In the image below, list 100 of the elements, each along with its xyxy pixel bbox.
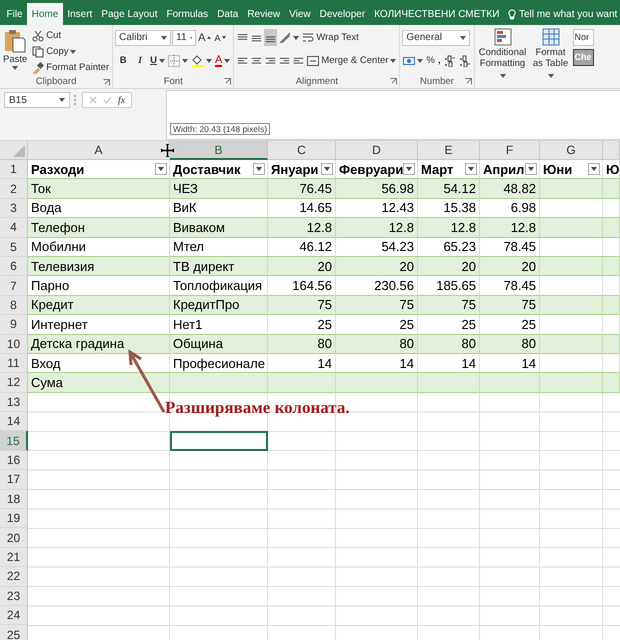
column-header[interactable]: D — [336, 141, 418, 160]
format-painter-button[interactable]: Format Painter — [31, 60, 110, 75]
row-header[interactable]: 21 — [0, 548, 28, 568]
row-header[interactable]: 12 — [0, 373, 28, 393]
format-as-table-button[interactable]: Format as Table — [530, 27, 572, 88]
column-header[interactable]: G — [540, 141, 603, 160]
number-format-field[interactable]: General — [402, 30, 470, 46]
filter-button[interactable] — [465, 163, 477, 176]
ribbon-tab[interactable]: Page Layout — [96, 4, 162, 25]
cancel-icon — [89, 96, 97, 104]
merge-center-button[interactable]: Merge & Center — [306, 52, 398, 69]
row-header[interactable]: 13 — [0, 392, 28, 412]
row-header[interactable]: 18 — [0, 490, 28, 510]
row-header[interactable]: 5 — [0, 238, 28, 257]
table-cell: ТВ директ — [170, 256, 268, 276]
table-cell: Детска градина — [28, 334, 170, 354]
row-header[interactable]: 10 — [0, 334, 28, 354]
ribbon-tab[interactable]: Formulas — [162, 4, 213, 25]
name-box[interactable]: B15 — [4, 92, 70, 108]
row-header[interactable]: 3 — [0, 198, 28, 218]
table-cell — [480, 373, 540, 393]
formula-input[interactable] — [166, 90, 620, 140]
filter-button[interactable] — [588, 163, 600, 176]
shrink-font-button[interactable]: A — [213, 29, 228, 46]
row-header[interactable]: 8 — [0, 296, 28, 316]
ribbon-tab[interactable]: Review — [242, 4, 285, 25]
table-cell — [540, 198, 603, 218]
cut-button[interactable]: Cut — [31, 28, 110, 43]
table-cell — [603, 334, 620, 354]
filter-button[interactable] — [253, 163, 265, 176]
font-name-field[interactable]: Calibri — [115, 30, 172, 46]
row-header[interactable]: 9 — [0, 315, 28, 335]
table-cell: ВиК — [170, 198, 268, 218]
clipboard-icon — [4, 29, 26, 53]
row-header[interactable]: 23 — [0, 586, 28, 606]
filter-button[interactable] — [155, 163, 167, 176]
comma-button[interactable]: , — [436, 52, 442, 69]
table-cell: Вход — [28, 354, 170, 374]
row-header[interactable]: 7 — [0, 276, 28, 296]
row-header[interactable]: 6 — [0, 256, 28, 276]
insert-function-button[interactable]: fx — [118, 94, 126, 106]
table-cell — [268, 373, 336, 393]
column-header[interactable]: B — [170, 141, 268, 160]
column-header[interactable]: F — [480, 141, 540, 160]
row-header[interactable]: 15 — [0, 431, 28, 451]
row-header[interactable]: 24 — [0, 606, 28, 626]
align-bottom-button[interactable] — [264, 29, 278, 46]
font-size-field[interactable]: 11 — [172, 30, 196, 46]
filter-button[interactable] — [525, 163, 537, 176]
percent-button[interactable]: % — [425, 52, 436, 69]
column-header[interactable]: E — [418, 141, 480, 160]
row-header[interactable]: 2 — [0, 179, 28, 199]
header-label: Юни — [543, 162, 572, 177]
column-header[interactable]: C — [268, 141, 336, 160]
bold-button[interactable]: B — [115, 52, 132, 69]
row-header[interactable]: 25 — [0, 625, 28, 640]
row-header[interactable]: 16 — [0, 450, 28, 470]
table-cell: 12.8 — [336, 218, 418, 238]
tell-me-field[interactable]: Tell me what you want — [508, 4, 618, 25]
ribbon-tab[interactable]: Developer — [315, 4, 370, 25]
table-cell — [603, 373, 620, 393]
italic-button[interactable]: I — [132, 52, 148, 69]
table-cell: 20 — [268, 256, 336, 276]
wrap-text-button[interactable]: Wrap Text — [301, 29, 360, 46]
table-cell — [603, 179, 620, 199]
copy-button[interactable]: Copy — [31, 44, 110, 59]
wrap-text-icon — [302, 32, 314, 44]
ribbon-tab[interactable]: Home — [27, 3, 63, 25]
ribbon-tab[interactable]: Insert — [62, 4, 97, 25]
table-cell — [540, 373, 603, 393]
row-header[interactable]: 11 — [0, 354, 28, 374]
paste-button[interactable]: Paste — [2, 28, 28, 75]
table-cell: 14 — [418, 354, 480, 374]
grow-font-button[interactable]: A — [197, 29, 212, 46]
caret-icon — [161, 36, 168, 40]
table-cell: 20 — [336, 256, 418, 276]
table-cell: Телефон — [28, 218, 170, 238]
ribbon-tab[interactable]: Data — [212, 4, 243, 25]
group-label: Font — [164, 76, 183, 86]
filter-button[interactable] — [321, 163, 333, 176]
filter-button[interactable] — [403, 163, 416, 176]
row-header[interactable]: 14 — [0, 412, 28, 432]
table-cell: 15.38 — [418, 198, 480, 218]
active-cell[interactable] — [170, 431, 268, 451]
table-cell: 14.65 — [268, 198, 336, 218]
row-header[interactable]: 22 — [0, 567, 28, 587]
ribbon-tab[interactable]: КОЛИЧЕСТВЕНИ СМЕТКИ — [370, 4, 504, 25]
font-color-button[interactable]: A — [214, 52, 232, 69]
normal-style-cell[interactable]: Nor — [572, 29, 594, 46]
row-header[interactable]: 19 — [0, 509, 28, 528]
ribbon-tab[interactable]: File — [2, 4, 28, 25]
borders-button[interactable] — [167, 52, 189, 69]
row-header[interactable]: 17 — [0, 470, 28, 490]
column-header[interactable]: A — [28, 141, 170, 160]
row-header[interactable]: 1 — [0, 160, 28, 180]
conditional-formatting-button[interactable]: Conditional Formatting — [476, 27, 528, 88]
ribbon-tab[interactable]: View — [284, 4, 316, 25]
row-header[interactable]: 4 — [0, 218, 28, 238]
row-header[interactable]: 20 — [0, 528, 28, 548]
underline-button[interactable]: U — [149, 52, 166, 69]
